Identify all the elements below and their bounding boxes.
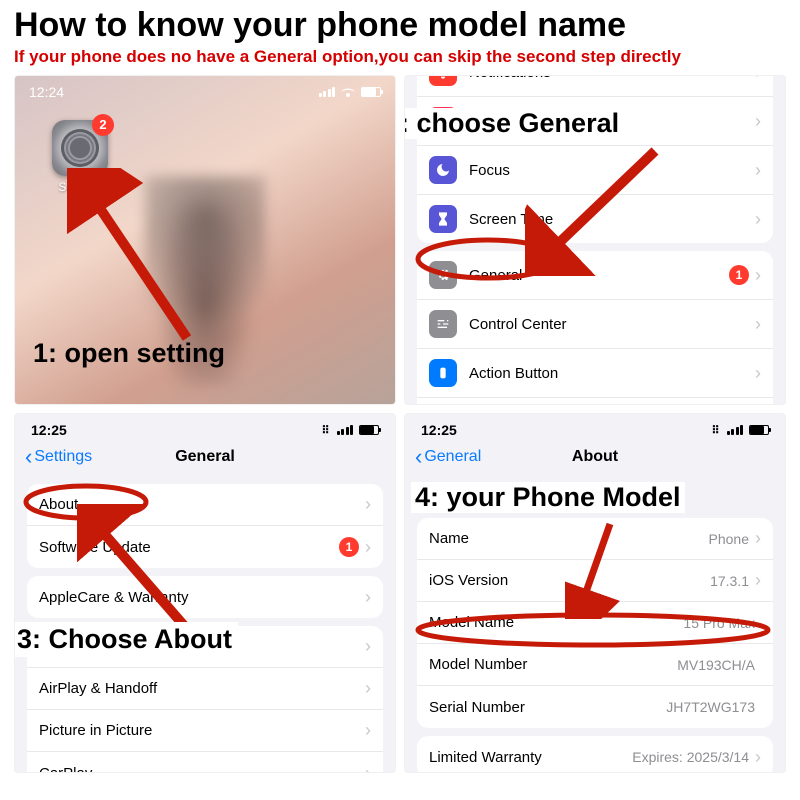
step3-label: 3: Choose About: [14, 622, 238, 657]
row-applecare[interactable]: AppleCare & Warranty›: [27, 576, 383, 618]
status-bar: 12:25 ⠿: [405, 414, 785, 442]
chevron-right-icon: ›: [365, 678, 371, 699]
chevron-right-icon: ›: [755, 747, 761, 768]
general-group-1: About› Software Update1›: [27, 484, 383, 568]
update-badge: 1: [729, 265, 749, 285]
chevron-right-icon: ›: [365, 720, 371, 741]
panel-model-name: 12:25 ⠿ ‹General About 4: your Phone Mod…: [404, 413, 786, 773]
status-bar: 12:24: [15, 80, 395, 104]
moon-icon: [429, 156, 457, 184]
row-carplay[interactable]: CarPlay›: [27, 752, 383, 773]
row-pip[interactable]: Picture in Picture›: [27, 710, 383, 752]
status-time: 12:25: [421, 422, 457, 438]
settings-group-2: General 1 › Control Center› Action Butto…: [417, 251, 773, 405]
status-time: 12:24: [29, 84, 64, 100]
step2-label: 2: choose General: [404, 108, 623, 139]
settings-app-icon[interactable]: 2 Settings: [49, 120, 111, 194]
row-action-button[interactable]: Action Button›: [417, 349, 773, 398]
row-ios-version[interactable]: iOS Version17.3.1›: [417, 560, 773, 602]
chevron-right-icon: ›: [755, 160, 761, 181]
panel-open-settings: 12:24 2 Settings 1: open setting: [14, 75, 396, 405]
chevron-right-icon: ›: [755, 265, 761, 286]
chevron-right-icon: ›: [365, 636, 371, 657]
battery-icon: [359, 425, 379, 435]
battery-icon: [361, 87, 381, 97]
signal-icon: [727, 425, 744, 435]
step1-label: 1: open setting: [33, 338, 225, 369]
row-notifications[interactable]: Notifications›: [417, 75, 773, 97]
row-software-update[interactable]: Software Update1›: [27, 526, 383, 568]
row-about[interactable]: About›: [27, 484, 383, 526]
chevron-right-icon: ›: [755, 111, 761, 132]
navbar-title: About: [405, 448, 785, 466]
page-title: How to know your phone model name: [0, 0, 800, 45]
chevron-right-icon: ›: [755, 75, 761, 83]
about-group: NamePhone› iOS Version17.3.1› Model Name…: [417, 518, 773, 728]
step4-label: 4: your Phone Model: [411, 482, 685, 513]
navbar-title: General: [15, 448, 395, 466]
arrow-annotation: [67, 168, 207, 348]
warranty-group: Limited WarrantyExpires: 2025/3/14›: [417, 736, 773, 773]
navbar: ‹Settings General: [15, 442, 395, 476]
row-model-name[interactable]: Model Name15 Pro Max: [417, 602, 773, 644]
panel-choose-general: 2: choose General Notifications› Sounds …: [404, 75, 786, 405]
notification-badge: 2: [92, 114, 114, 136]
battery-icon: [749, 425, 769, 435]
chevron-right-icon: ›: [755, 314, 761, 335]
wifi-icon: [341, 87, 355, 97]
row-display[interactable]: Display & Brightness›: [417, 398, 773, 405]
chevron-right-icon: ›: [365, 494, 371, 515]
settings-app-label: Settings: [49, 180, 111, 194]
indicator-icon: ⠿: [711, 424, 720, 437]
signal-icon: [319, 87, 336, 97]
page-subtitle: If your phone does no have a General opt…: [0, 45, 800, 75]
chevron-right-icon: ›: [755, 528, 761, 549]
chevron-right-icon: ›: [755, 570, 761, 591]
row-name[interactable]: NamePhone›: [417, 518, 773, 560]
row-warranty[interactable]: Limited WarrantyExpires: 2025/3/14›: [417, 736, 773, 773]
navbar: ‹General About: [405, 442, 785, 476]
row-screentime[interactable]: Screen Time›: [417, 195, 773, 243]
chevron-right-icon: ›: [365, 587, 371, 608]
status-time: 12:25: [31, 422, 67, 438]
chevron-right-icon: ›: [755, 209, 761, 230]
row-airplay[interactable]: AirPlay & Handoff›: [27, 668, 383, 710]
general-group-2: AppleCare & Warranty›: [27, 576, 383, 618]
gear-icon: [429, 261, 457, 289]
panel-choose-about: 12:25 ⠿ ‹Settings General About› Softwar…: [14, 413, 396, 773]
update-badge: 1: [339, 537, 359, 557]
row-general[interactable]: General 1 ›: [417, 251, 773, 300]
row-serial[interactable]: Serial NumberJH7T2WG173: [417, 686, 773, 728]
row-model-number[interactable]: Model NumberMV193CH/A: [417, 644, 773, 686]
chevron-right-icon: ›: [755, 363, 761, 384]
settings-group-1: Notifications› Sounds & Haptics› Focus› …: [417, 75, 773, 243]
sliders-icon: [429, 310, 457, 338]
indicator-icon: ⠿: [321, 424, 330, 437]
bell-icon: [429, 75, 457, 86]
chevron-right-icon: ›: [365, 537, 371, 558]
signal-icon: [337, 425, 354, 435]
action-icon: [429, 359, 457, 387]
row-focus[interactable]: Focus›: [417, 146, 773, 195]
row-control-center[interactable]: Control Center›: [417, 300, 773, 349]
hourglass-icon: [429, 205, 457, 233]
chevron-right-icon: ›: [365, 763, 371, 774]
status-bar: 12:25 ⠿: [15, 414, 395, 442]
